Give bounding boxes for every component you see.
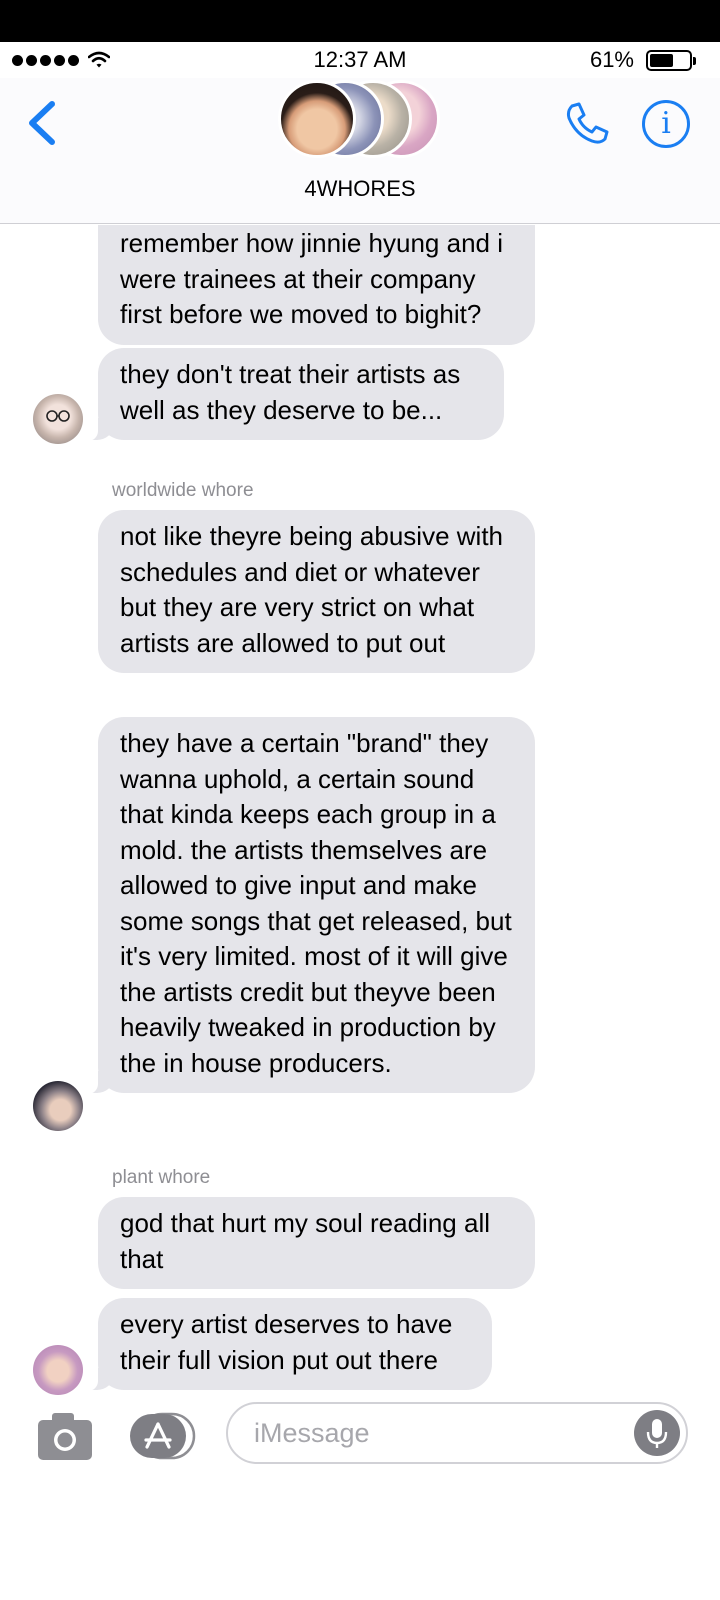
message-text: every artist deserves to have their full… [120, 1309, 453, 1375]
message-transcript[interactable]: remember how jinnie hyung and i were tra… [0, 225, 720, 1420]
group-avatar-stack[interactable] [278, 80, 448, 160]
phone-icon[interactable] [562, 100, 610, 148]
message-bubble[interactable]: god that hurt my soul reading all that [98, 1197, 535, 1289]
camera-icon[interactable] [36, 1410, 94, 1462]
compose-bar [0, 1396, 720, 1484]
message-bubble[interactable]: remember how jinnie hyung and i were tra… [98, 225, 535, 345]
message-text: not like theyre being abusive with sched… [120, 521, 504, 658]
message-text: they don't treat their artists as well a… [120, 359, 461, 425]
top-black-bar [0, 0, 720, 42]
sender-name: plant whore [112, 1167, 211, 1188]
avatar[interactable] [33, 1081, 83, 1131]
back-chevron-icon[interactable] [22, 98, 62, 148]
message-input[interactable] [254, 1404, 614, 1462]
glasses-icon [46, 410, 70, 422]
battery-fill [650, 54, 674, 67]
message-text: remember how jinnie hyung and i were tra… [120, 228, 503, 329]
avatar[interactable] [33, 1345, 83, 1395]
avatar[interactable] [33, 394, 83, 444]
message-bubble[interactable]: every artist deserves to have their full… [85, 1298, 492, 1391]
message-text: they have a certain "brand" they wanna u… [120, 728, 512, 1078]
battery-percentage: 61% [589, 47, 634, 72]
battery-icon [646, 50, 696, 71]
status-bar: 12:37 AM 61% [0, 42, 720, 78]
microphone-button[interactable] [634, 1410, 680, 1456]
message-input-field[interactable] [226, 1402, 688, 1464]
group-avatar-1 [278, 80, 356, 158]
message-text: god that hurt my soul reading all that [120, 1208, 490, 1274]
app-store-icon[interactable] [130, 1412, 196, 1460]
sender-name: worldwide whore [112, 480, 254, 501]
message-bubble[interactable]: not like theyre being abusive with sched… [98, 510, 535, 673]
microphone-icon [646, 1419, 668, 1448]
conversation-header: 4WHORES i [0, 78, 720, 224]
group-name[interactable]: 4WHORES [0, 176, 720, 202]
info-icon[interactable]: i [642, 100, 690, 148]
message-bubble[interactable]: they don't treat their artists as well a… [85, 348, 504, 441]
message-bubble[interactable]: they have a certain "brand" they wanna u… [85, 717, 535, 1094]
